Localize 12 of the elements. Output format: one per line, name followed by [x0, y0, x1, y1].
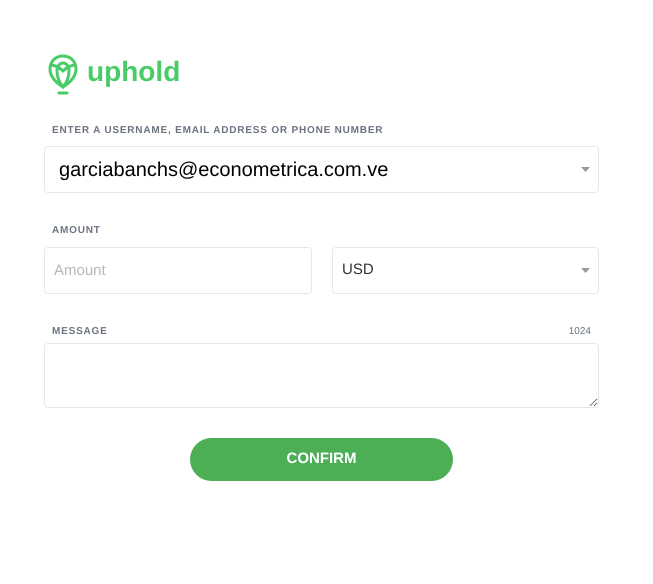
logo-icon	[47, 53, 79, 95]
dropdown-caret-icon	[581, 167, 590, 172]
amount-field[interactable]: Amount	[44, 247, 312, 294]
message-field[interactable]	[44, 343, 599, 408]
recipient-field[interactable]: garciabanchs@econometrica.com.ve	[44, 146, 599, 193]
field-label: AMOUNT	[51, 224, 102, 238]
currency-select[interactable]: USD	[332, 247, 599, 294]
character-counter: 1024	[568, 325, 592, 339]
field-label: ENTER A USERNAME, EMAIL ADDRESS OR PHONE NUMBER	[51, 124, 384, 138]
brand-name: uphold	[87, 58, 180, 89]
dropdown-caret-icon	[581, 268, 590, 273]
field-label: MESSAGE	[51, 325, 109, 339]
